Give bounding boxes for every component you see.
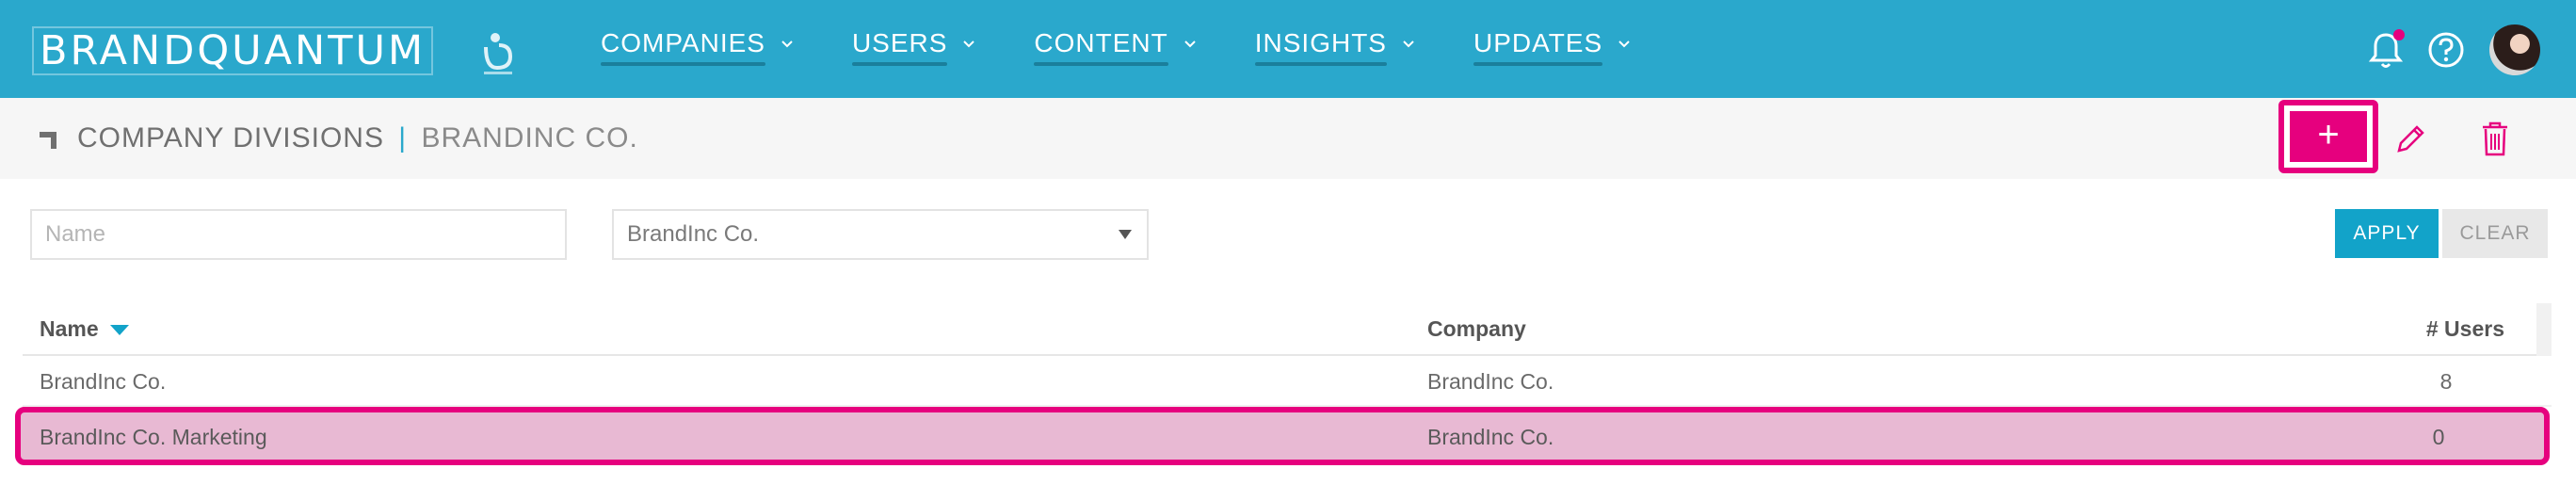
chevron-down-icon	[1618, 40, 1630, 48]
chevron-down-icon	[1184, 40, 1196, 48]
company-filter-value: BrandInc Co.	[627, 221, 760, 247]
company-filter-select[interactable]: BrandInc Co.	[612, 209, 1149, 260]
table-row[interactable]: BrandInc Co. BrandInc Co. 8	[23, 356, 2552, 407]
help-icon	[2428, 32, 2464, 68]
chevron-down-icon	[963, 40, 975, 48]
brand-mark-icon	[484, 33, 513, 74]
nav-label: UPDATES	[1473, 28, 1603, 66]
cell-name: BrandInc Co.	[40, 369, 167, 394]
chevron-down-icon	[1403, 40, 1414, 48]
cell-company: BrandInc Co.	[1427, 369, 1554, 394]
divisions-table: Name Company # Users BrandInc Co. BrandI…	[15, 303, 2552, 465]
pencil-icon[interactable]	[2391, 121, 2429, 158]
nav-label: USERS	[851, 28, 948, 66]
page-header: COMPANY DIVISIONS | BRANDINC CO.	[0, 98, 2576, 179]
cell-users: 8	[2439, 369, 2453, 394]
nav-label: INSIGHTS	[1254, 28, 1388, 66]
name-filter-input[interactable]	[30, 209, 567, 260]
cell-name: BrandInc Co. Marketing	[40, 425, 267, 449]
nav-updates[interactable]: UPDATES	[1473, 28, 1633, 66]
nav-label: CONTENT	[1034, 28, 1169, 66]
nav-insights[interactable]: INSIGHTS	[1254, 28, 1417, 66]
title-separator: |	[398, 122, 408, 154]
top-navigation-bar: BRANDQUANTUM COMPANIES USERS CONTENT INS…	[0, 0, 2576, 98]
trash-icon[interactable]	[2476, 119, 2514, 158]
chevron-down-icon	[781, 40, 793, 48]
nav-companies[interactable]: COMPANIES	[601, 28, 796, 66]
caret-down-icon	[1119, 230, 1132, 239]
sort-desc-icon	[109, 325, 129, 336]
page-title-main: COMPANY DIVISIONS	[77, 122, 384, 154]
page-title: COMPANY DIVISIONS | BRANDINC CO.	[77, 122, 638, 154]
add-division-button[interactable]: +	[2290, 111, 2367, 162]
clear-button[interactable]: CLEAR	[2442, 209, 2548, 258]
notification-dot	[2393, 29, 2405, 40]
page-title-company: BRANDINC CO.	[421, 122, 638, 154]
notifications-button[interactable]	[2363, 27, 2408, 73]
corner-icon	[40, 132, 56, 149]
column-header-label: Name	[40, 316, 99, 341]
table-header: Name Company # Users	[23, 303, 2552, 356]
main-nav: COMPANIES USERS CONTENT INSIGHTS UPDATES	[601, 28, 1689, 66]
nav-label: COMPANIES	[601, 28, 765, 66]
table-row-selected[interactable]: BrandInc Co. Marketing BrandInc Co. 0	[15, 407, 2550, 465]
column-header-name[interactable]: Name	[40, 316, 129, 342]
top-right-actions	[2348, 24, 2540, 75]
nav-users[interactable]: USERS	[851, 28, 977, 66]
cell-users: 0	[2432, 425, 2445, 449]
brand-logo[interactable]: BRANDQUANTUM	[32, 26, 434, 75]
column-header-users[interactable]: # Users	[2426, 316, 2504, 342]
add-button-highlight: +	[2278, 100, 2378, 173]
user-avatar[interactable]	[2489, 24, 2540, 75]
apply-button[interactable]: APPLY	[2335, 209, 2439, 258]
column-header-company[interactable]: Company	[1427, 316, 1526, 342]
cell-company: BrandInc Co.	[1427, 425, 1554, 449]
help-button[interactable]	[2423, 27, 2469, 73]
table-scrollbar[interactable]	[2536, 303, 2552, 356]
nav-content[interactable]: CONTENT	[1034, 28, 1198, 66]
